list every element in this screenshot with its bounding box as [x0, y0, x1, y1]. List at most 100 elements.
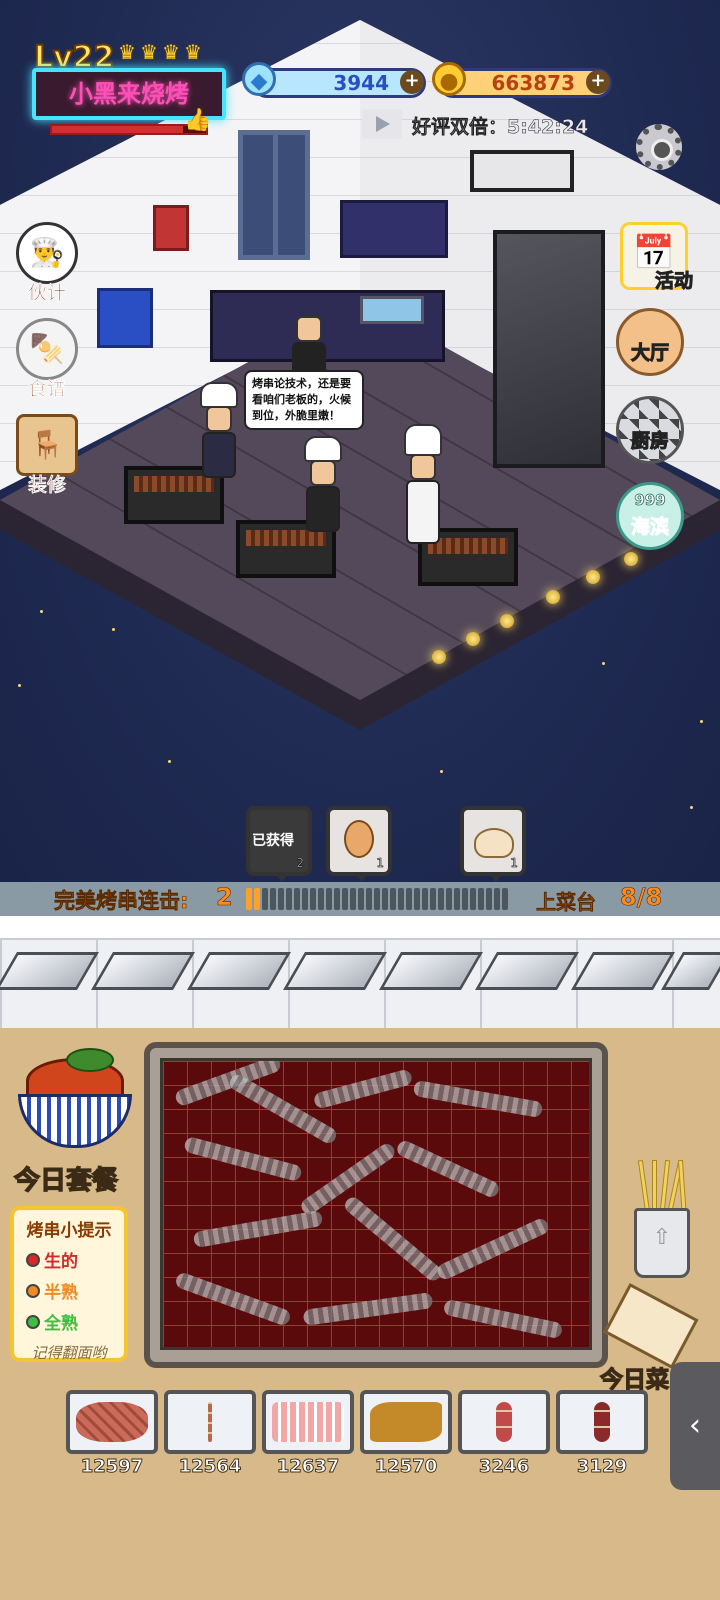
combo-segment	[486, 888, 492, 910]
combo-segment	[366, 888, 372, 910]
combo-segment	[470, 888, 476, 910]
combo-segment	[430, 888, 436, 910]
recipe-plate-icon: 🍢	[16, 318, 78, 380]
decorate-button[interactable]: 🪑 装修	[12, 414, 82, 497]
wall-shelf	[340, 200, 448, 258]
today-set-label: 今日套餐	[13, 1165, 119, 1196]
combo-segment	[462, 888, 468, 910]
combo-segment	[446, 888, 452, 910]
grilling-tips: 烤串小提示 生的 半熟 全熟 记得翻面哟	[10, 1206, 128, 1362]
grill-grid[interactable]	[160, 1058, 592, 1350]
order-slot-bun[interactable]: 1	[460, 806, 526, 882]
tips-footer: 记得翻面哟	[31, 1344, 107, 1362]
chef-npc[interactable]	[300, 436, 346, 532]
chef-npc[interactable]	[196, 382, 242, 478]
ingredient-small-skewer[interactable]	[164, 1390, 256, 1454]
combo-segment	[382, 888, 388, 910]
hall-button[interactable]: 大厅	[616, 308, 684, 376]
combo-segment	[310, 888, 316, 910]
seaside-label: 海滨	[630, 516, 669, 539]
recipe-button[interactable]: 🍢 食谱	[12, 318, 82, 401]
crown-icon: ♛	[184, 40, 202, 64]
ingredient-count: 3129	[576, 1456, 628, 1478]
ingredient-count: 12570	[374, 1456, 438, 1478]
serving-label: 上菜台	[536, 890, 597, 915]
today-menu-label[interactable]: 今日菜	[599, 1360, 669, 1394]
combo-segment	[422, 888, 428, 910]
wall-poster	[97, 288, 153, 348]
order-slot-egg[interactable]: 1	[326, 806, 392, 882]
raw-dot-icon	[26, 1252, 40, 1267]
light-bulb	[546, 590, 560, 604]
diamond-icon: ◆	[242, 62, 276, 96]
drawer-toggle-chevron-icon[interactable]: ‹	[670, 1362, 720, 1490]
serving-value: 8/8	[620, 883, 663, 912]
head-chef-npc[interactable]	[400, 424, 446, 544]
combo-segment	[270, 888, 276, 910]
combo-segment	[254, 888, 260, 910]
combo-label: 完美烤串连击:	[54, 889, 189, 914]
combo-segment	[334, 888, 340, 910]
add-gems-button[interactable]: +	[400, 70, 424, 94]
combo-segment	[342, 888, 348, 910]
decorate-label: 装修	[27, 474, 66, 496]
events-button[interactable]: 📅 活动	[620, 222, 694, 293]
combo-segment	[358, 888, 364, 910]
seaside-button[interactable]: 999 海滨	[616, 482, 684, 550]
light-bulb	[586, 570, 600, 584]
light-bulb	[500, 614, 514, 628]
ingredient-count: 12564	[178, 1456, 242, 1478]
settings-gear-icon[interactable]	[636, 124, 682, 170]
speech-bubble: 烤串论技术，还是要看咱们老板的，火候到位，外脆里嫩！	[244, 370, 364, 430]
staff-button[interactable]: 👨‍🍳 伙计	[12, 222, 82, 305]
sink	[360, 296, 424, 324]
combo-segment	[350, 888, 356, 910]
bun-icon	[474, 828, 514, 858]
combo-segment	[318, 888, 324, 910]
add-coins-button[interactable]: +	[586, 70, 610, 94]
combo-segment	[286, 888, 292, 910]
medium-dot-icon	[26, 1283, 40, 1298]
ingredient-sausage-skewer[interactable]	[556, 1390, 648, 1454]
ingredient-steak[interactable]	[66, 1390, 158, 1454]
slot-count: 2	[296, 856, 304, 871]
crown-icon: ♛	[140, 40, 158, 64]
combo-segment	[326, 888, 332, 910]
window	[238, 130, 310, 260]
combo-segment	[262, 888, 268, 910]
ingredient-count: 12597	[80, 1456, 144, 1478]
light-bulb	[432, 650, 446, 664]
ingredient-meatball-skewer[interactable]	[458, 1390, 550, 1454]
double-reward-timer[interactable]: 好评双倍：5:42:24	[412, 112, 589, 139]
events-label: 活动	[654, 270, 693, 293]
chef-face-icon: 👨‍🍳	[16, 222, 78, 284]
slot-count: 1	[376, 856, 384, 871]
ingredient-fried-noodle[interactable]	[360, 1390, 452, 1454]
upload-arrow-icon: ⇧	[634, 1208, 690, 1278]
hall-label: 大厅	[630, 342, 669, 365]
video-ad-icon[interactable]	[362, 109, 402, 139]
combo-segment	[502, 888, 508, 910]
ingredient-count: 3246	[478, 1456, 530, 1478]
order-slot-obtained[interactable]: 已获得 2	[246, 806, 312, 882]
coin-icon: ●	[432, 62, 466, 96]
light-bulb	[624, 552, 638, 566]
combo-segment	[398, 888, 404, 910]
tip-done: 全熟	[20, 1309, 118, 1334]
crown-icon: ♛	[162, 40, 180, 64]
seaside-badge: 999	[634, 491, 666, 510]
air-conditioner	[470, 150, 574, 192]
today-set-bowl[interactable]	[16, 1048, 134, 1152]
refrigerator[interactable]	[493, 230, 605, 468]
fries-cup[interactable]: ⇧	[632, 1159, 692, 1278]
staff-label: 伙计	[27, 282, 66, 304]
tips-title: 烤串小提示	[26, 1221, 112, 1241]
combo-value: 2	[216, 883, 233, 912]
combo-segment	[406, 888, 412, 910]
combo-segment	[246, 888, 252, 910]
recipe-label: 食谱	[27, 378, 66, 400]
ingredient-bacon[interactable]	[262, 1390, 354, 1454]
kitchen-button[interactable]: 厨房	[616, 396, 684, 464]
tip-medium: 半熟	[20, 1278, 118, 1303]
exhaust-fan	[153, 205, 189, 251]
